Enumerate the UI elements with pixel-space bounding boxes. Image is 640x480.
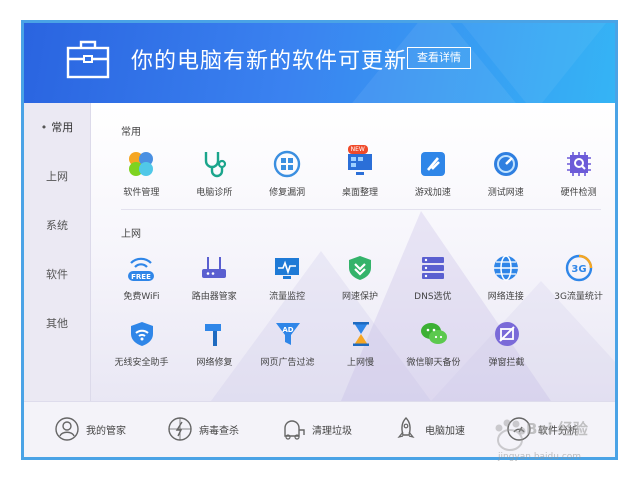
chip-scan-icon <box>566 152 591 176</box>
tool-label: 游戏加速 <box>414 188 451 198</box>
svg-text:AD: AD <box>282 326 293 334</box>
tool-speed-test[interactable]: 测试网速 <box>469 149 542 198</box>
tool-label: 桌面整理 <box>342 188 379 198</box>
free-wifi-icon: FREE <box>128 257 155 281</box>
bottom-nav-virus-scan[interactable]: 病毒查杀 <box>167 414 239 444</box>
tools-panel: 常用 软件管理 电脑诊所 修复漏洞 NEW 桌面整理 游戏加速 测试网速 硬件检… <box>91 103 615 401</box>
bottom-nav-label: 我的管家 <box>86 425 126 437</box>
sidebar-item-other[interactable]: 其他 <box>24 299 90 348</box>
tool-label: 路由器管家 <box>191 292 237 302</box>
bottom-nav-label: 病毒查杀 <box>199 425 239 437</box>
tool-label: 测试网速 <box>487 188 524 198</box>
3g-icon: 3G <box>565 254 592 282</box>
tool-software-manager[interactable]: 软件管理 <box>105 149 178 198</box>
shield-check-icon <box>349 256 371 280</box>
banner-title: 你的电脑有新的软件可更新 <box>131 49 408 74</box>
tool-label: 无线安全助手 <box>114 358 169 368</box>
wechat-icon <box>420 323 447 344</box>
tool-label: 电脑诊所 <box>196 188 233 198</box>
stethoscope-icon <box>205 152 227 178</box>
tool-free-wifi[interactable]: FREE 免费WiFi <box>105 253 178 302</box>
software-manager-icon <box>129 152 154 176</box>
traffic-monitor-icon <box>275 258 300 279</box>
tool-fix-vulnerability[interactable]: 修复漏洞 <box>251 149 324 198</box>
svg-text:FREE: FREE <box>132 273 152 281</box>
butler-icon <box>55 417 79 441</box>
ad-filter-icon: AD <box>275 323 300 345</box>
tool-label: 网速保护 <box>342 292 379 302</box>
sidebar-item-common[interactable]: 常用 <box>24 103 90 152</box>
tool-popup-block[interactable]: 弹窗拦截 <box>470 319 543 368</box>
tool-speed-protect[interactable]: 网速保护 <box>324 253 397 302</box>
tool-wechat-backup[interactable]: 微信聊天备份 <box>397 319 470 368</box>
tool-label: 网络修复 <box>196 358 233 368</box>
tool-router-manager[interactable]: 路由器管家 <box>178 253 251 302</box>
tool-label: 流量监控 <box>269 292 306 302</box>
new-badge: NEW <box>347 145 368 154</box>
common-tools-row: 软件管理 电脑诊所 修复漏洞 NEW 桌面整理 游戏加速 测试网速 硬件检测 <box>105 145 615 198</box>
speedometer-icon <box>493 152 518 176</box>
app-window: 你的电脑有新的软件可更新 查看详情 常用 上网 系统 软件 其他 常用 软件管理 <box>21 20 618 460</box>
tool-label: DNS选优 <box>414 292 452 302</box>
tool-network-connection[interactable]: 网络连接 <box>469 253 542 302</box>
tool-slow-internet[interactable]: 上网慢 <box>324 319 397 368</box>
sidebar-item-software[interactable]: 软件 <box>24 250 90 299</box>
tool-desktop-organize[interactable]: NEW 桌面整理 <box>324 145 397 198</box>
bottom-nav-my-butler[interactable]: 我的管家 <box>54 414 126 444</box>
tool-label: 网页广告过滤 <box>260 358 315 368</box>
bottom-nav-pc-boost[interactable]: 电脑加速 <box>393 414 465 444</box>
hammer-icon <box>204 324 221 346</box>
tool-label: 免费WiFi <box>123 292 160 302</box>
toolbox-icon <box>66 40 110 79</box>
tool-label: 3G流量统计 <box>554 292 603 302</box>
rocket-icon <box>397 417 415 439</box>
router-icon <box>202 257 227 278</box>
tool-game-boost[interactable]: 游戏加速 <box>396 149 469 198</box>
windows-repair-icon <box>273 150 301 178</box>
popup-block-icon <box>494 322 519 346</box>
tool-label: 网络连接 <box>487 292 524 302</box>
tool-network-repair[interactable]: 网络修复 <box>178 319 251 368</box>
tool-wireless-security[interactable]: 无线安全助手 <box>105 319 178 368</box>
bottom-nav-label: 电脑加速 <box>425 425 465 437</box>
tool-ad-filter[interactable]: AD 网页广告过滤 <box>251 319 324 368</box>
watermark-url: jingyan.baidu.com <box>498 452 582 462</box>
game-boost-icon <box>420 152 445 176</box>
vacuum-icon <box>284 420 305 440</box>
section-title-internet: 上网 <box>121 229 141 240</box>
virus-scan-icon <box>168 417 192 441</box>
sidebar-item-system[interactable]: 系统 <box>24 201 90 250</box>
tool-label: 上网慢 <box>346 358 374 368</box>
bottom-nav-label: 清理垃圾 <box>312 425 352 437</box>
update-banner: 你的电脑有新的软件可更新 查看详情 <box>24 23 615 103</box>
tool-traffic-monitor[interactable]: 流量监控 <box>251 253 324 302</box>
tool-label: 硬件检测 <box>560 188 597 198</box>
tool-3g-traffic-stats[interactable]: 3G 3G流量统计 <box>542 253 615 302</box>
tool-dns-optimize[interactable]: DNS选优 <box>396 253 469 302</box>
sidebar: 常用 上网 系统 软件 其他 <box>24 103 91 401</box>
tool-pc-clinic[interactable]: 电脑诊所 <box>178 149 251 198</box>
tool-hardware-check[interactable]: 硬件检测 <box>542 149 615 198</box>
svg-text:3G: 3G <box>571 264 586 275</box>
tool-label: 修复漏洞 <box>269 188 306 198</box>
tool-label: 软件管理 <box>123 188 160 198</box>
internet-tools-row-1: FREE 免费WiFi 路由器管家 流量监控 网速保护 DNS选优 网络连接 3… <box>105 253 615 302</box>
sidebar-item-internet[interactable]: 上网 <box>24 152 90 201</box>
tool-label: 微信聊天备份 <box>406 358 461 368</box>
internet-tools-row-2: 无线安全助手 网络修复 AD 网页广告过滤 上网慢 微信聊天备份 弹窗拦截 <box>105 319 615 368</box>
hourglass-icon <box>352 322 369 346</box>
globe-icon <box>493 255 518 281</box>
section-title-common: 常用 <box>121 127 141 138</box>
watermark-text: Bai 经验 <box>526 420 588 438</box>
bottom-nav-clean-junk[interactable]: 清理垃圾 <box>280 414 352 444</box>
dns-server-icon <box>421 257 444 279</box>
tool-label: 弹窗拦截 <box>488 358 525 368</box>
view-details-button[interactable]: 查看详情 <box>407 47 471 69</box>
wifi-shield-icon <box>130 322 153 346</box>
